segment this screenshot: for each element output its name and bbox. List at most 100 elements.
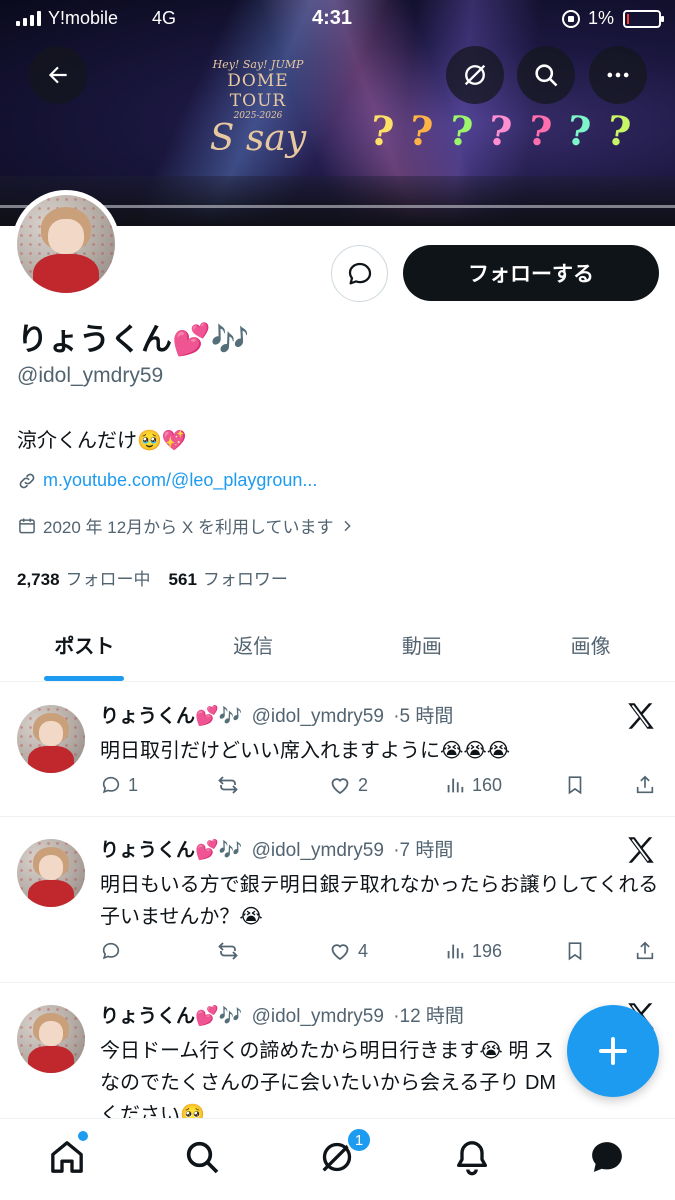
banner-stage-lights: ? ? ? ? ? ? ? [366,106,634,157]
banner-mark: ? [366,106,397,157]
more-button[interactable] [589,46,647,104]
views-count: 160 [472,774,503,795]
repost-action[interactable] [216,939,328,963]
post-author-name[interactable]: りょうくん💕🎶 [100,706,242,727]
profile-link[interactable]: m.youtube.com/@leo_playgroun... [17,470,317,491]
post-item[interactable]: りょうくん💕🎶 @idol_ymdry59 ·7 時間 明日もいる方で銀テ明日銀… [0,817,675,983]
tab-posts[interactable]: ポスト [0,610,169,681]
post-time: 7 時間 [399,840,454,861]
followers-stat[interactable]: 561 フォロワー [169,565,288,590]
views-action[interactable]: 196 [444,939,564,963]
tab-images[interactable]: 画像 [506,610,675,681]
like-count: 4 [358,940,369,961]
post-header: りょうくん💕🎶 @idol_ymdry59 ·7 時間 [100,835,453,862]
search-icon [186,1141,219,1174]
bookmark-action[interactable] [564,773,634,797]
profile-handle: @idol_ymdry59 [17,364,164,387]
like-action[interactable]: 4 [328,939,444,963]
messages-icon [592,1142,622,1172]
nav-home[interactable] [45,1135,89,1179]
profile-bio: 涼介くんだけ🥹💖 [17,430,187,452]
banner-tour-logo: Hey! Say! JUMP DOME TOUR 2025-2026 S say [198,58,318,157]
post-handle: @idol_ymdry59 [251,840,384,861]
profile-joined-text: 2020 年 12月から X を利用しています [43,518,334,537]
post-text: 今日ドーム行くの諦めたから明日行きます😭 明 スなのでたくさんの子に会いたいから… [100,1040,557,1126]
followers-label: フォロワー [202,570,288,589]
post-avatar[interactable] [17,1005,85,1073]
back-button[interactable] [29,46,87,104]
follow-button[interactable]: フォローする [403,245,659,301]
banner-mark: ? [406,106,437,157]
like-action[interactable]: 2 [328,773,444,797]
network-type: 4G [152,8,177,28]
banner-mark: ? [603,106,634,157]
back-arrow-icon [48,66,67,84]
grok-button[interactable] [446,46,504,104]
profile-display-name: りょうくん💕🎶 [17,322,250,357]
share-action[interactable] [634,773,656,797]
bookmark-icon [568,776,582,795]
post-handle: @idol_ymdry59 [251,1006,384,1027]
reply-action[interactable] [100,939,216,963]
post-header: りょうくん💕🎶 @idol_ymdry59 ·5 時間 [100,701,453,728]
post-actions: 1 2 160 [100,773,660,797]
post-time: 5 時間 [399,706,454,727]
message-button[interactable] [331,245,388,302]
following-stat[interactable]: 2,738 フォロー中 [17,565,151,590]
battery-percent: 1% [588,8,615,28]
profile-joined[interactable]: 2020 年 12月から X を利用しています [17,513,355,538]
calendar-icon [19,518,35,533]
post-handle: @idol_ymdry59 [251,706,384,727]
post-text: 明日もいる方で銀テ明日銀テ取れなかったらお譲りしてくれる子いませんか？😭 [100,874,659,928]
tab-videos[interactable]: 動画 [338,610,507,681]
bookmark-action[interactable] [564,939,634,963]
x-logo-icon[interactable] [624,833,658,867]
share-icon [636,775,654,794]
post-author-name[interactable]: りょうくん💕🎶 [100,1006,242,1027]
reply-icon [102,942,120,960]
bookmark-icon [568,942,582,961]
avatar-image [17,195,115,293]
post-text: 明日取引だけどいい席入れますように😭😭😭 [100,740,511,762]
reply-action[interactable]: 1 [100,773,216,797]
banner-logo-line4: S say [209,118,307,159]
following-count: 2,738 [17,570,60,589]
post-header: りょうくん💕🎶 @idol_ymdry59 ·12 時間 [100,1001,464,1028]
share-action[interactable] [634,939,656,963]
profile-avatar[interactable] [12,190,120,298]
banner-mark: ? [524,106,555,157]
battery-icon [623,10,664,28]
like-count: 2 [358,774,369,795]
search-button[interactable] [517,46,575,104]
repost-action[interactable] [216,773,328,797]
share-icon [636,941,654,960]
plus-icon [599,1037,627,1065]
tab-replies[interactable]: 返信 [169,610,338,681]
views-count: 196 [472,940,503,961]
bottom-navigation: 1 [0,1118,675,1200]
post-avatar[interactable] [17,839,85,907]
banner-mark: ? [445,106,476,157]
views-action[interactable]: 160 [444,773,564,797]
home-icon [51,1141,83,1173]
post-item[interactable]: りょうくん💕🎶 @idol_ymdry59 ·5 時間 明日取引だけどいい席入れ… [0,683,675,817]
rotation-lock-icon [562,10,580,28]
post-author-name[interactable]: りょうくん💕🎶 [100,840,242,861]
search-icon [535,64,558,87]
compose-button[interactable] [567,1005,659,1097]
status-bar: Y!mobile 4G 4:31 1% [0,0,675,40]
following-label: フォロー中 [65,570,151,589]
post-avatar[interactable] [17,705,85,773]
post-time: 12 時間 [399,1006,464,1027]
profile-link-text[interactable]: m.youtube.com/@leo_playgroun... [43,470,317,491]
nav-notifications[interactable] [450,1135,494,1179]
views-chart-icon [447,944,464,959]
nav-messages[interactable] [585,1135,629,1179]
reply-icon [102,776,120,794]
nav-search[interactable] [180,1135,224,1179]
home-unread-dot [78,1131,88,1141]
profile-tabs: ポスト 返信 動画 画像 [0,610,675,682]
repost-icon [218,776,238,794]
notifications-icon [457,1141,487,1176]
x-logo-icon[interactable] [624,699,658,733]
